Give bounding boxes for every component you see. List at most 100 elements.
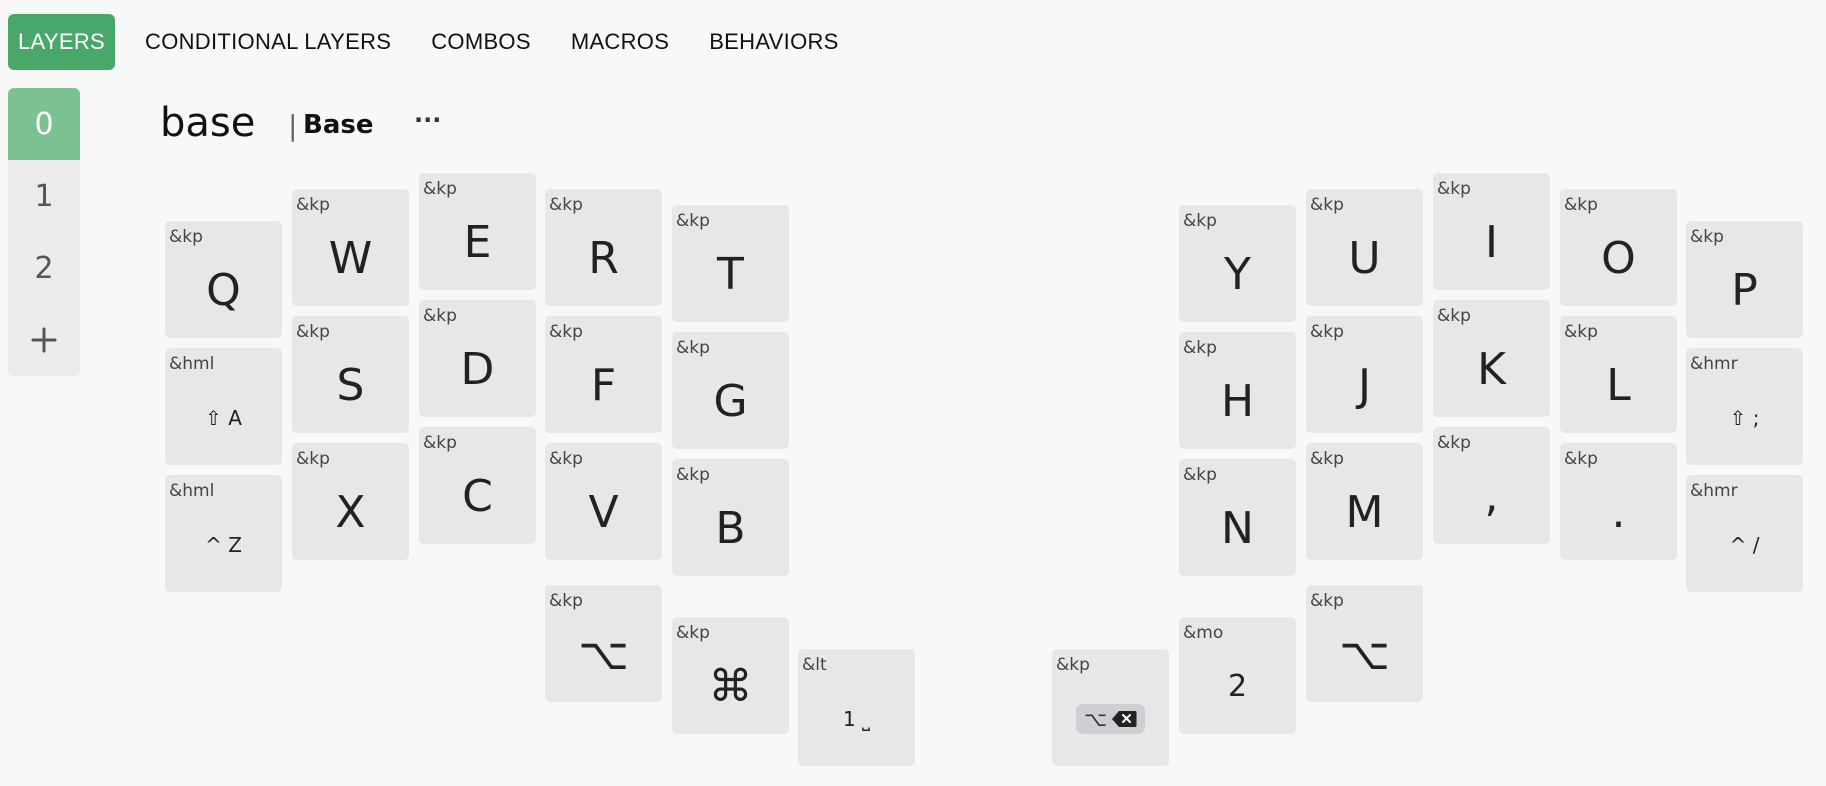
key-layer-tap-space[interactable]: &lt 1 ⎵ xyxy=(798,649,915,766)
key-p[interactable]: &kp P xyxy=(1686,221,1803,338)
key-v[interactable]: &kp V xyxy=(545,443,662,560)
key-y[interactable]: &kp Y xyxy=(1179,205,1296,322)
key-q[interactable]: &kp Q xyxy=(165,221,282,338)
plus-icon xyxy=(31,327,57,353)
key-k[interactable]: &kp K xyxy=(1433,300,1550,417)
key-label: , xyxy=(1484,471,1499,522)
tab-macros[interactable]: MACROS xyxy=(551,14,689,70)
key-char: ; xyxy=(1752,405,1760,430)
space-icon: ⎵ xyxy=(862,706,871,731)
key-label: O xyxy=(1601,233,1636,284)
layer-number: 1 xyxy=(842,706,856,731)
add-layer-button[interactable] xyxy=(8,304,80,376)
key-label: 2 xyxy=(1227,669,1248,704)
shift-icon: ⇧ xyxy=(1729,405,1747,430)
key-u[interactable]: &kp U xyxy=(1306,189,1423,306)
key-z[interactable]: &hml ^ Z xyxy=(165,475,282,592)
top-nav: LAYERS CONDITIONAL LAYERS COMBOS MACROS … xyxy=(8,14,859,70)
layer-list: 0 1 2 xyxy=(8,88,80,376)
layer-name-separator: | xyxy=(288,109,298,142)
key-label: B xyxy=(715,503,746,554)
ctrl-icon: ^ xyxy=(1729,532,1747,557)
key-momentary-layer-2[interactable]: &mo 2 xyxy=(1179,617,1296,734)
key-j[interactable]: &kp J xyxy=(1306,316,1423,433)
layer-item-2[interactable]: 2 xyxy=(8,232,80,304)
key-right-alt[interactable]: &kp ⌥ xyxy=(1306,585,1423,702)
key-label: H xyxy=(1220,376,1255,427)
key-label: ⇧ ; xyxy=(1686,370,1803,465)
key-label: J xyxy=(1358,360,1371,411)
layer-label[interactable]: Base xyxy=(303,110,373,140)
key-label: N xyxy=(1221,503,1254,554)
key-label: ^ Z xyxy=(165,497,282,592)
key-label: E xyxy=(463,217,492,268)
ctrl-icon: ^ xyxy=(205,532,222,557)
layer-item-0[interactable]: 0 xyxy=(8,88,80,160)
key-label: D xyxy=(460,344,495,395)
key-x[interactable]: &kp X xyxy=(292,443,409,560)
tab-layers[interactable]: LAYERS xyxy=(8,14,115,70)
key-f[interactable]: &kp F xyxy=(545,316,662,433)
key-char: Z xyxy=(228,532,242,557)
key-label: W xyxy=(328,233,373,284)
key-n[interactable]: &kp N xyxy=(1179,459,1296,576)
key-d[interactable]: &kp D xyxy=(419,300,536,417)
backspace-icon xyxy=(1112,710,1137,727)
key-c[interactable]: &kp C xyxy=(419,427,536,544)
key-i[interactable]: &kp I xyxy=(1433,173,1550,290)
option-icon: ⌥ xyxy=(578,629,629,680)
option-icon: ⌥ xyxy=(1083,706,1108,731)
key-o[interactable]: &kp O xyxy=(1560,189,1677,306)
key-w[interactable]: &kp W xyxy=(292,189,409,306)
key-label: K xyxy=(1477,344,1506,395)
alt-backspace-pill: ⌥ xyxy=(1075,703,1146,734)
key-label: C xyxy=(462,471,493,522)
key-char: / xyxy=(1752,532,1760,557)
key-label: Q xyxy=(206,265,241,316)
key-alt-backspace[interactable]: &kp ⌥ xyxy=(1052,649,1169,766)
option-icon: ⌥ xyxy=(1339,629,1390,680)
key-char: A xyxy=(228,405,242,430)
key-label: U xyxy=(1348,233,1381,284)
key-label: P xyxy=(1731,265,1758,316)
layer-item-1[interactable]: 1 xyxy=(8,160,80,232)
key-label: ⇧ A xyxy=(165,370,282,465)
key-label: R xyxy=(588,233,619,284)
key-label: 1 ⎵ xyxy=(798,671,915,766)
key-label: V xyxy=(588,487,619,538)
key-label: M xyxy=(1345,487,1384,538)
key-label: . xyxy=(1611,487,1626,538)
key-r[interactable]: &kp R xyxy=(545,189,662,306)
key-t[interactable]: &kp T xyxy=(672,205,789,322)
key-g[interactable]: &kp G xyxy=(672,332,789,449)
key-label: S xyxy=(336,360,365,411)
key-label: G xyxy=(713,376,748,427)
more-options-button[interactable]: ··· xyxy=(414,106,441,134)
key-e[interactable]: &kp E xyxy=(419,173,536,290)
layer-name[interactable]: base xyxy=(160,100,255,146)
key-label: X xyxy=(335,487,366,538)
key-h[interactable]: &kp H xyxy=(1179,332,1296,449)
key-label: T xyxy=(717,249,744,300)
tab-combos[interactable]: COMBOS xyxy=(411,14,551,70)
key-label: F xyxy=(590,360,617,411)
key-b[interactable]: &kp B xyxy=(672,459,789,576)
key-comma[interactable]: &kp, xyxy=(1433,427,1550,544)
key-label: ^ / xyxy=(1686,497,1803,592)
key-l[interactable]: &kp L xyxy=(1560,316,1677,433)
tab-behaviors[interactable]: BEHAVIORS xyxy=(689,14,858,70)
key-label: I xyxy=(1485,217,1498,268)
key-m[interactable]: &kp M xyxy=(1306,443,1423,560)
key-a[interactable]: &hml ⇧ A xyxy=(165,348,282,465)
key-label: Y xyxy=(1224,249,1251,300)
command-icon: ⌘ xyxy=(708,661,753,712)
key-left-alt[interactable]: &kp ⌥ xyxy=(545,585,662,702)
tab-conditional-layers[interactable]: CONDITIONAL LAYERS xyxy=(125,14,411,70)
key-slash[interactable]: &hmr ^ / xyxy=(1686,475,1803,592)
key-period[interactable]: &kp. xyxy=(1560,443,1677,560)
key-label: ⌥ xyxy=(1052,671,1169,766)
key-left-cmd[interactable]: &kp ⌘ xyxy=(672,617,789,734)
key-s[interactable]: &kp S xyxy=(292,316,409,433)
shift-icon: ⇧ xyxy=(205,405,222,430)
key-semicolon[interactable]: &hmr ⇧ ; xyxy=(1686,348,1803,465)
